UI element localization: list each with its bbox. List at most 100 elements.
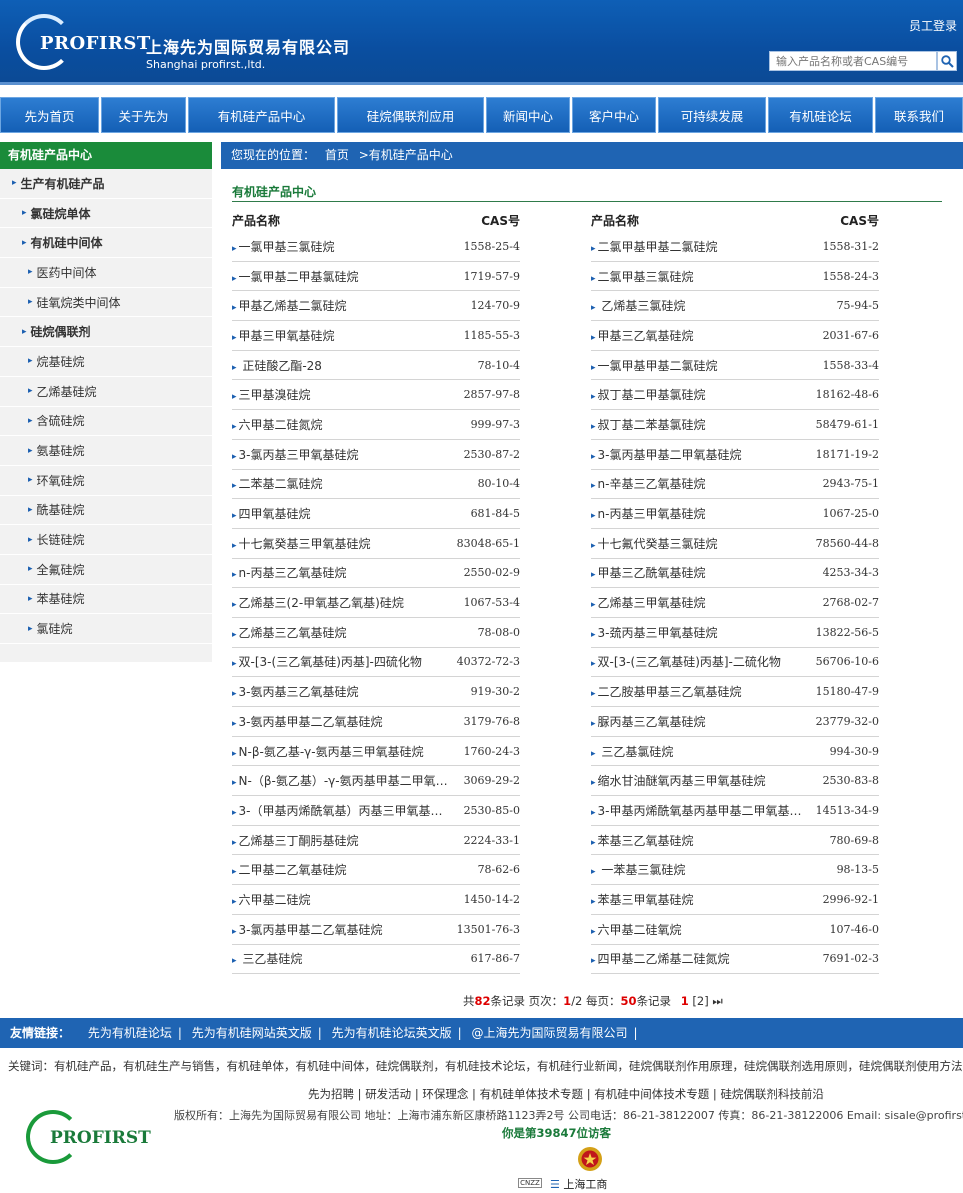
- product-link[interactable]: ▸ 乙烯基三丁酮肟基硅烷: [232, 832, 359, 849]
- product-link[interactable]: ▸ 缩水甘油醚氧丙基三甲氧基硅烷: [591, 772, 766, 789]
- sidebar-item[interactable]: ▸ 长链硅烷: [0, 525, 212, 555]
- nav-sustainability[interactable]: 可持续发展: [658, 97, 766, 133]
- product-link[interactable]: ▸ n-丙基三甲氧基硅烷: [591, 505, 705, 522]
- product-link[interactable]: ▸ 乙烯基三甲氧基硅烷: [591, 594, 706, 611]
- product-link[interactable]: ▸ 3-氨丙基三乙氧基硅烷: [232, 683, 359, 700]
- product-link[interactable]: ▸ 三甲基溴硅烷: [232, 386, 311, 403]
- sidebar-item[interactable]: ▸ 有机硅中间体: [0, 228, 212, 259]
- footer-link[interactable]: 先为招聘: [308, 1087, 354, 1101]
- sidebar-item[interactable]: ▸ 乙烯基硅烷: [0, 377, 212, 407]
- product-cas: 1558-24-3: [822, 269, 879, 283]
- sidebar-item[interactable]: ▸ 医药中间体: [0, 258, 212, 288]
- product-link[interactable]: ▸ n-丙基三乙氧基硅烷: [232, 564, 346, 581]
- product-link[interactable]: ▸ 一氯甲基二甲基氯硅烷: [232, 268, 359, 285]
- sidebar-item[interactable]: ▸ 氨基硅烷: [0, 436, 212, 466]
- footer-link[interactable]: 环保理念: [422, 1087, 468, 1101]
- sidebar-item[interactable]: ▸ 烷基硅烷: [0, 347, 212, 377]
- product-link[interactable]: ▸ 乙烯基三氯硅烷: [591, 297, 685, 314]
- sidebar-item[interactable]: ▸ 苯基硅烷: [0, 585, 212, 615]
- friend-link[interactable]: 先为有机硅论坛: [88, 1026, 172, 1040]
- product-link[interactable]: ▸ N-（β-氨乙基）-γ-氨丙基甲基二甲氧基…: [232, 772, 452, 789]
- product-link[interactable]: ▸ 一苯基三氯硅烷: [591, 861, 685, 878]
- product-link[interactable]: ▸ 二氯甲基三氯硅烷: [591, 268, 694, 285]
- product-link[interactable]: ▸ 乙烯基三乙氧基硅烷: [232, 624, 347, 641]
- pager-next-page[interactable]: [2]: [692, 994, 708, 1008]
- footer-link[interactable]: 有机硅单体技术专题: [480, 1087, 584, 1101]
- sidebar-item[interactable]: ▸ 硅烷偶联剂: [0, 317, 212, 348]
- product-link[interactable]: ▸ 二甲基二乙氧基硅烷: [232, 861, 347, 878]
- nav-forum[interactable]: 有机硅论坛: [768, 97, 873, 133]
- product-link[interactable]: ▸ 一氯甲基甲基二氯硅烷: [591, 357, 718, 374]
- product-link[interactable]: ▸ 3-氯丙基甲基二乙氧基硅烷: [232, 921, 383, 938]
- sidebar-item[interactable]: ▸ 酰基硅烷: [0, 496, 212, 526]
- footer-link[interactable]: 有机硅中间体技术专题: [594, 1087, 709, 1101]
- site-logo[interactable]: PROFIRST: [14, 12, 150, 74]
- product-link[interactable]: ▸ 3-氨丙基甲基二乙氧基硅烷: [232, 713, 383, 730]
- staff-login-link[interactable]: 员工登录: [909, 17, 957, 34]
- search-input[interactable]: [769, 51, 937, 71]
- breadcrumb-current[interactable]: >有机硅产品中心: [359, 148, 453, 162]
- cnzz-badge[interactable]: CNZZ: [518, 1178, 542, 1188]
- product-link[interactable]: ▸ 正硅酸乙酯-28: [232, 357, 322, 374]
- footer-link[interactable]: 研发活动: [365, 1087, 411, 1101]
- product-link[interactable]: ▸ 六甲基二硅烷: [232, 891, 311, 908]
- product-link[interactable]: ▸ 脲丙基三乙氧基硅烷: [591, 713, 706, 730]
- product-link[interactable]: ▸ 四甲氧基硅烷: [232, 505, 311, 522]
- product-link[interactable]: ▸ 甲基三乙酰氧基硅烷: [591, 564, 706, 581]
- sidebar-item[interactable]: ▸ 氯硅烷单体: [0, 199, 212, 229]
- footer-link[interactable]: 硅烷偶联剂科技前沿: [720, 1087, 824, 1101]
- product-link[interactable]: ▸ 苯基三甲氧基硅烷: [591, 891, 694, 908]
- nav-about[interactable]: 关于先为: [101, 97, 186, 133]
- product-link[interactable]: ▸ 3-巯丙基三甲氧基硅烷: [591, 624, 718, 641]
- product-link[interactable]: ▸ 六甲基二硅氮烷: [232, 416, 323, 433]
- breadcrumb-home[interactable]: 首页: [325, 148, 349, 162]
- friend-link[interactable]: 先为有机硅论坛英文版: [332, 1026, 452, 1040]
- police-emblem-icon[interactable]: [576, 1145, 604, 1173]
- product-link[interactable]: ▸ 双-[3-(三乙氧基硅)丙基]-四硫化物: [232, 653, 422, 670]
- product-link[interactable]: ▸ N-β-氨乙基-γ-氨丙基三甲氧基硅烷: [232, 743, 424, 760]
- product-link[interactable]: ▸ 十七氟癸基三甲氧基硅烷: [232, 535, 371, 552]
- arrow-icon: ▸: [591, 303, 596, 314]
- last-page-icon[interactable]: ⏭: [712, 994, 722, 1008]
- nav-coupling-agent[interactable]: 硅烷偶联剂应用: [337, 97, 484, 133]
- sidebar-item[interactable]: ▸ 环氧硅烷: [0, 466, 212, 496]
- product-link[interactable]: ▸ 四甲基二乙烯基二硅氮烷: [591, 950, 730, 967]
- friend-link[interactable]: 先为有机硅网站英文版: [192, 1026, 312, 1040]
- product-link[interactable]: ▸ 3-氯丙基甲基二甲氧基硅烷: [591, 446, 742, 463]
- product-link[interactable]: ▸ 二氯甲基甲基二氯硅烷: [591, 238, 718, 255]
- product-link[interactable]: ▸ 乙烯基三(2-甲氧基乙氧基)硅烷: [232, 594, 404, 611]
- nav-news[interactable]: 新闻中心: [486, 97, 570, 133]
- product-link[interactable]: ▸ 3-（甲基丙烯酰氧基）丙基三甲氧基硅烷: [232, 802, 452, 819]
- product-link[interactable]: ▸ 双-[3-(三乙氧基硅)丙基]-二硫化物: [591, 653, 781, 670]
- friend-link[interactable]: @上海先为国际贸易有限公司: [472, 1026, 628, 1040]
- product-link[interactable]: ▸ 甲基三乙氧基硅烷: [591, 327, 694, 344]
- product-link[interactable]: ▸ 叔丁基二苯基氯硅烷: [591, 416, 706, 433]
- sidebar-item[interactable]: ▸ 硅氧烷类中间体: [0, 288, 212, 318]
- product-link[interactable]: ▸ 六甲基二硅氧烷: [591, 921, 682, 938]
- product-link[interactable]: ▸ 三乙基硅烷: [232, 950, 302, 967]
- product-link[interactable]: ▸ 3-氯丙基三甲氧基硅烷: [232, 446, 359, 463]
- product-link[interactable]: ▸ 二乙胺基甲基三乙氧基硅烷: [591, 683, 742, 700]
- arrow-icon: ▸: [232, 570, 237, 581]
- product-link[interactable]: ▸ 甲基乙烯基二氯硅烷: [232, 297, 347, 314]
- product-link[interactable]: ▸ 3-甲基丙烯酰氧基丙基甲基二甲氧基硅烷: [591, 802, 811, 819]
- product-link[interactable]: ▸ 一氯甲基三氯硅烷: [232, 238, 335, 255]
- nav-customers[interactable]: 客户中心: [572, 97, 656, 133]
- product-link[interactable]: ▸ 甲基三甲氧基硅烷: [232, 327, 335, 344]
- product-link[interactable]: ▸ 叔丁基二甲基氯硅烷: [591, 386, 706, 403]
- sidebar-item[interactable]: ▸ 氯硅烷: [0, 614, 212, 644]
- search-button[interactable]: [937, 51, 957, 71]
- sidebar-item[interactable]: ▸ 生产有机硅产品: [0, 169, 212, 199]
- sidebar-item[interactable]: ▸ 全氟硅烷: [0, 555, 212, 585]
- nav-contact[interactable]: 联系我们: [875, 97, 963, 133]
- sidebar-item[interactable]: ▸ 含硫硅烷: [0, 407, 212, 437]
- product-link[interactable]: ▸ 二苯基二氯硅烷: [232, 475, 323, 492]
- product-link[interactable]: ▸ 三乙基氯硅烷: [591, 743, 673, 760]
- shanghai-gs-badge[interactable]: ☰ 上海工商: [550, 1176, 607, 1192]
- table-row: ▸ 六甲基二硅烷 1450-14-2: [232, 885, 520, 915]
- product-link[interactable]: ▸ n-辛基三乙氧基硅烷: [591, 475, 705, 492]
- product-link[interactable]: ▸ 十七氟代癸基三氯硅烷: [591, 535, 718, 552]
- nav-products[interactable]: 有机硅产品中心: [188, 97, 335, 133]
- product-link[interactable]: ▸ 苯基三乙氧基硅烷: [591, 832, 694, 849]
- nav-home[interactable]: 先为首页: [0, 97, 99, 133]
